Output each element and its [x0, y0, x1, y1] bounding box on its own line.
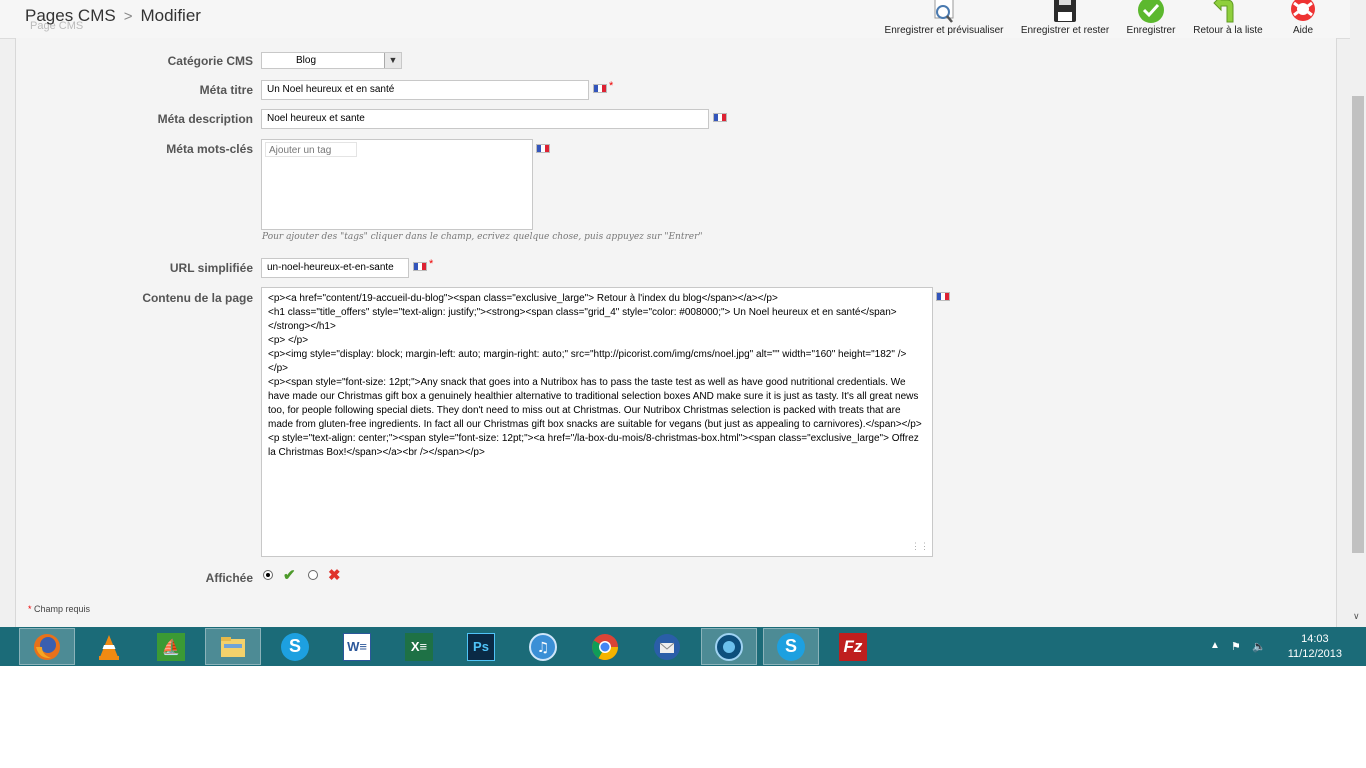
save-and-stay-label: Enregistrer et rester [1020, 25, 1110, 36]
system-tray: ▲ ⚑ 🔈 14:03 11/12/2013 [1186, 627, 1366, 666]
skype-icon-2: S [777, 632, 805, 661]
taskbar-sailing-app[interactable]: ⛵ [143, 628, 199, 665]
floppy-disk-icon [1018, 0, 1112, 24]
browser-viewport: Page CMS Pages CMS > Modifier Enregistrer … [0, 0, 1366, 627]
green-check-icon [1122, 0, 1180, 24]
meta-description-input[interactable]: Noel heureux et sante [261, 109, 709, 129]
required-star: * [429, 258, 434, 270]
clock-time: 14:03 [1301, 633, 1329, 645]
tag-input[interactable]: Ajouter un tag [265, 142, 357, 157]
content-line: <p style="text-align: center;"><span sty… [268, 433, 919, 458]
french-flag-icon[interactable] [713, 113, 727, 122]
thunderbird-icon [653, 633, 681, 661]
category-select[interactable]: Blog ▼ [261, 52, 402, 69]
french-flag-icon[interactable] [413, 262, 427, 271]
french-flag-icon[interactable] [536, 144, 550, 153]
page-header-toolbar: Page CMS Pages CMS > Modifier Enregistrer … [0, 0, 1350, 39]
meta-title-input[interactable]: Un Noel heureux et en santé [261, 80, 589, 100]
content-line: <h1 class="title_offers" style="text-ali… [268, 307, 897, 332]
itunes-icon: ♫ [529, 632, 557, 661]
french-flag-icon[interactable] [593, 84, 607, 93]
active-yes-radio[interactable] [263, 570, 273, 580]
content-line: <p><a href="content/19-accueil-du-blog">… [268, 293, 778, 304]
taskbar-firefox[interactable] [19, 628, 75, 665]
save-and-stay-button[interactable]: Enregistrer et rester [1018, 0, 1112, 38]
windows-taskbar: ⛵ S W≡ X≡ Ps ♫ S Fz ▲ ⚑ 🔈 14:03 11/12/20… [0, 627, 1366, 666]
action-center-flag-icon[interactable]: ⚑ [1231, 640, 1241, 653]
required-note-text: Champ requis [31, 604, 91, 614]
active-no-radio[interactable] [308, 570, 318, 580]
content-line: <p><span style="font-size: 12pt;">Any sn… [268, 377, 922, 430]
taskbar-excel[interactable]: X≡ [391, 628, 447, 665]
breadcrumb: Pages CMS > Modifier [25, 6, 201, 26]
active-label: Affichée [205, 571, 253, 585]
save-label: Enregistrer [1126, 25, 1176, 36]
chrome-icon [591, 633, 619, 661]
friendly-url-label: URL simplifiée [169, 261, 253, 275]
save-button[interactable]: Enregistrer [1122, 0, 1180, 38]
save-and-preview-button[interactable]: Enregistrer et prévisualiser [880, 0, 1008, 38]
taskbar-skype-2[interactable]: S [763, 628, 819, 665]
back-arrow-icon [1188, 0, 1268, 24]
show-hidden-icons-icon[interactable]: ▲ [1210, 640, 1220, 651]
svg-text:♫: ♫ [537, 640, 550, 656]
globe-app-icon [715, 632, 743, 661]
breadcrumb-current: Modifier [140, 6, 201, 25]
meta-keywords-label: Méta mots-clés [166, 142, 253, 156]
word-icon: W≡ [343, 632, 371, 661]
volume-icon[interactable]: 🔈 [1252, 640, 1266, 653]
required-fields-note: * Champ requis [28, 604, 90, 614]
meta-description-label: Méta description [157, 112, 253, 126]
resize-grip-icon[interactable]: ⋮⋮ [911, 539, 929, 553]
excel-icon: X≡ [405, 632, 433, 661]
category-selected-value: Blog [296, 55, 317, 66]
scrollbar-thumb[interactable] [1352, 96, 1364, 553]
breadcrumb-root[interactable]: Pages CMS [25, 6, 116, 25]
category-label: Catégorie CMS [167, 54, 253, 68]
magnifier-icon [880, 0, 1008, 24]
taskbar-photoshop[interactable]: Ps [453, 628, 509, 665]
content-line: <p><img style="display: block; margin-le… [268, 349, 907, 374]
help-button[interactable]: Aide [1280, 0, 1326, 38]
french-flag-icon[interactable] [936, 292, 950, 301]
firefox-icon [33, 633, 61, 661]
back-to-list-label: Retour à la liste [1193, 25, 1263, 36]
cross-icon: ✖ [328, 567, 341, 584]
cms-edit-form: Catégorie CMS Blog ▼ Méta titre Un Noel … [15, 38, 1337, 627]
taskbar-word[interactable]: W≡ [329, 628, 385, 665]
scroll-down-arrow-icon[interactable]: ∨ [1353, 611, 1360, 622]
taskbar-file-explorer[interactable] [205, 628, 261, 665]
content-line: <p> </p> [268, 335, 309, 346]
friendly-url-input[interactable]: un-noel-heureux-et-en-sante [261, 258, 409, 278]
meta-keywords-tag-box[interactable]: Ajouter un tag [261, 139, 533, 230]
taskbar-skype[interactable]: S [267, 628, 323, 665]
vlc-icon [95, 633, 123, 661]
taskbar-chrome[interactable] [577, 628, 633, 665]
page-content-textarea[interactable]: <p><a href="content/19-accueil-du-blog">… [261, 287, 933, 557]
file-explorer-icon [219, 633, 247, 661]
photoshop-icon: Ps [467, 632, 495, 661]
back-to-list-button[interactable]: Retour à la liste [1188, 0, 1268, 38]
sailing-app-icon: ⛵ [157, 632, 185, 661]
page-content-label: Contenu de la page [142, 291, 253, 305]
taskbar-vlc[interactable] [81, 628, 137, 665]
clock[interactable]: 14:03 11/12/2013 [1288, 632, 1342, 662]
tags-help-text: Pour ajouter des "tags" cliquer dans le … [262, 232, 703, 242]
help-label: Aide [1292, 25, 1313, 36]
filezilla-icon: Fz [839, 632, 867, 661]
chevron-down-icon[interactable]: ▼ [384, 53, 401, 68]
clock-date: 11/12/2013 [1287, 648, 1342, 660]
check-icon: ✔ [283, 567, 296, 584]
taskbar-thunderbird[interactable] [639, 628, 695, 665]
page-scrollbar[interactable]: ∨ [1350, 0, 1366, 627]
taskbar-itunes[interactable]: ♫ [515, 628, 571, 665]
taskbar-globe-app[interactable] [701, 628, 757, 665]
taskbar-filezilla[interactable]: Fz [825, 628, 881, 665]
skype-icon: S [281, 632, 309, 661]
required-star: * [609, 80, 614, 92]
lifebuoy-icon [1280, 0, 1326, 24]
save-and-preview-label: Enregistrer et prévisualiser [884, 25, 1004, 36]
meta-title-label: Méta titre [199, 83, 253, 97]
breadcrumb-separator: > [123, 8, 133, 25]
